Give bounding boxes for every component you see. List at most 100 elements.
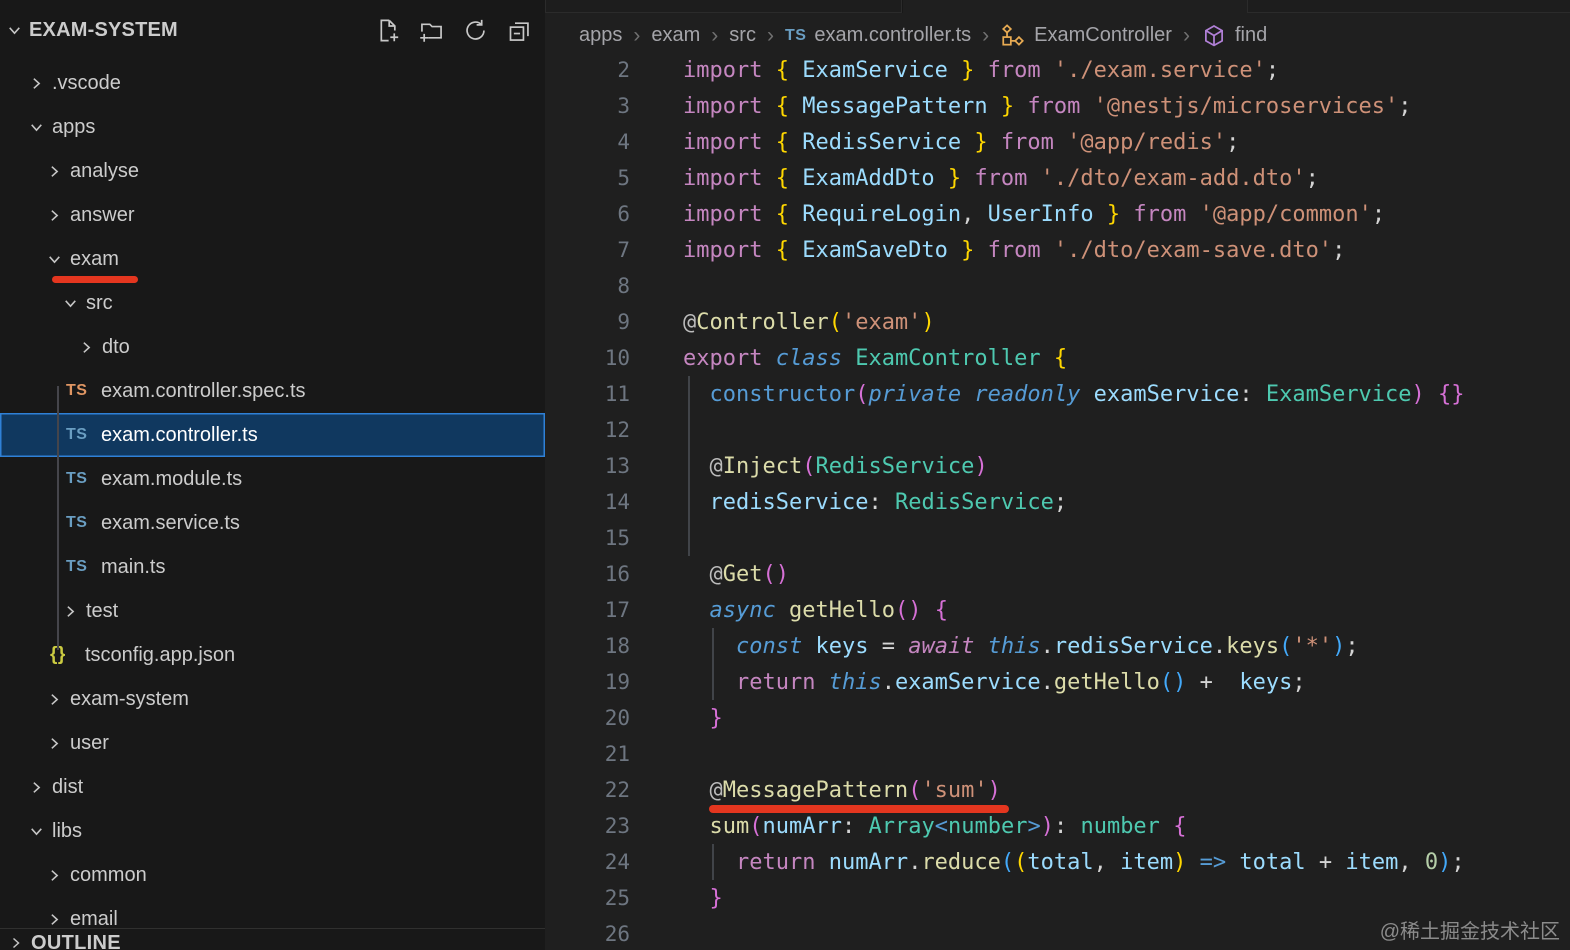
tree-item-label: test: [86, 600, 118, 623]
breadcrumb-separator: ›: [633, 24, 640, 48]
new-folder-icon[interactable]: [418, 17, 445, 44]
line-number: 20: [545, 706, 630, 730]
editor-pane: 2import { ExamService } from './exam.ser…: [545, 0, 1570, 950]
breadcrumb-label: apps: [579, 24, 622, 47]
code-line-5[interactable]: 5import { ExamAddDto } from './dto/exam-…: [545, 160, 1570, 196]
breadcrumb-item-apps[interactable]: apps: [579, 24, 622, 47]
tree-item-main-ts[interactable]: TSmain.ts: [0, 545, 545, 589]
refresh-icon[interactable]: [462, 17, 489, 44]
tree-item-answer[interactable]: answer: [0, 193, 545, 237]
file-tree: .vscodeappsanalyseanswerexamsrcdtoTSexam…: [0, 61, 545, 932]
breadcrumb-label: find: [1235, 24, 1267, 47]
red-annotation-underline: [709, 805, 1009, 813]
code-line-20[interactable]: 20 }: [545, 700, 1570, 736]
typescript-file-icon: TS: [66, 470, 92, 488]
tab-2-active[interactable]: [903, 0, 1247, 13]
line-number: 4: [545, 130, 630, 154]
code-line-22[interactable]: 22 @MessagePattern('sum'): [545, 772, 1570, 808]
typescript-file-icon: TS: [785, 27, 806, 45]
code-line-25[interactable]: 25 }: [545, 880, 1570, 916]
code-line-9[interactable]: 9@Controller('exam'): [545, 304, 1570, 340]
tree-item-common[interactable]: common: [0, 853, 545, 897]
line-number: 7: [545, 238, 630, 262]
breadcrumb-item-exam-controller-ts[interactable]: TSexam.controller.ts: [785, 24, 971, 47]
tab-3[interactable]: [1247, 0, 1570, 13]
explorer-section-header[interactable]: EXAM-SYSTEM: [0, 0, 545, 61]
tab-1[interactable]: [546, 0, 902, 13]
code-line-15[interactable]: 15: [545, 520, 1570, 556]
tree-item-test[interactable]: test: [0, 589, 545, 633]
code-line-3[interactable]: 3import { MessagePattern } from '@nestjs…: [545, 88, 1570, 124]
tree-item-user[interactable]: user: [0, 721, 545, 765]
tree-item-dist[interactable]: dist: [0, 765, 545, 809]
code-area[interactable]: 2import { ExamService } from './exam.ser…: [545, 0, 1570, 950]
typescript-file-icon: TS: [66, 426, 92, 444]
code-line-16[interactable]: 16 @Get(): [545, 556, 1570, 592]
code-line-13[interactable]: 13 @Inject(RedisService): [545, 448, 1570, 484]
tree-item-analyse[interactable]: analyse: [0, 149, 545, 193]
collapse-all-icon[interactable]: [506, 17, 533, 44]
code-line-24[interactable]: 24 return numArr.reduce((total, item) =>…: [545, 844, 1570, 880]
code-line-10[interactable]: 10export class ExamController {: [545, 340, 1570, 376]
code-line-17[interactable]: 17 async getHello() {: [545, 592, 1570, 628]
breadcrumb-item-src[interactable]: src: [729, 24, 756, 47]
tab-bar: [545, 0, 1570, 13]
code-line-14[interactable]: 14 redisService: RedisService;: [545, 484, 1570, 520]
tree-item-label: exam.module.ts: [101, 468, 242, 491]
code-line-23[interactable]: 23 sum(numArr: Array<number>): number {: [545, 808, 1570, 844]
tree-item-libs[interactable]: libs: [0, 809, 545, 853]
code-line-7[interactable]: 7import { ExamSaveDto } from './dto/exam…: [545, 232, 1570, 268]
chevron-right-icon: [46, 163, 63, 180]
code-line-12[interactable]: 12: [545, 412, 1570, 448]
chevron-right-icon: [46, 911, 63, 928]
code-line-21[interactable]: 21: [545, 736, 1570, 772]
chevron-down-icon: [28, 119, 45, 136]
tree-item-label: dist: [52, 776, 83, 799]
code-line-4[interactable]: 4import { RedisService } from '@app/redi…: [545, 124, 1570, 160]
code-text: export class ExamController {: [630, 346, 1067, 371]
code-text: @Get(): [630, 562, 789, 587]
code-text: import { RequireLogin, UserInfo } from '…: [630, 202, 1385, 227]
code-line-6[interactable]: 6import { RequireLogin, UserInfo } from …: [545, 196, 1570, 232]
typescript-spec-file-icon: TS: [66, 382, 92, 400]
line-number: 10: [545, 346, 630, 370]
tree-item-exam-service-ts[interactable]: TSexam.service.ts: [0, 501, 545, 545]
line-number: 5: [545, 166, 630, 190]
line-number: 16: [545, 562, 630, 586]
chevron-down-icon: [62, 295, 79, 312]
tree-item-label: dto: [102, 336, 130, 359]
outline-section-header[interactable]: OUTLINE: [0, 928, 545, 950]
code-text: import { ExamService } from './exam.serv…: [630, 58, 1279, 83]
tree-item-tsconfig-app-json[interactable]: {}tsconfig.app.json: [0, 633, 545, 677]
tree-item-exam[interactable]: exam: [0, 237, 545, 281]
code-line-11[interactable]: 11 constructor(private readonly examServ…: [545, 376, 1570, 412]
tree-item-label: exam.service.ts: [101, 512, 240, 535]
line-number: 14: [545, 490, 630, 514]
line-number: 22: [545, 778, 630, 802]
code-line-18[interactable]: 18 const keys = await this.redisService.…: [545, 628, 1570, 664]
breadcrumb-item-find[interactable]: find: [1201, 23, 1267, 49]
code-line-8[interactable]: 8: [545, 268, 1570, 304]
tree-item-exam-system[interactable]: exam-system: [0, 677, 545, 721]
tree-item-label: main.ts: [101, 556, 165, 579]
line-number: 13: [545, 454, 630, 478]
tree-item-label: .vscode: [52, 72, 121, 95]
code-text: const keys = await this.redisService.key…: [630, 634, 1359, 659]
chevron-down-icon: [6, 22, 23, 39]
indent-guide: [57, 386, 59, 650]
line-number: 8: [545, 274, 630, 298]
tree-item-src[interactable]: src: [0, 281, 545, 325]
line-number: 24: [545, 850, 630, 874]
tree-item-apps[interactable]: apps: [0, 105, 545, 149]
breadcrumb-item-exam[interactable]: exam: [651, 24, 700, 47]
new-file-icon[interactable]: [374, 17, 401, 44]
tree-item-exam-controller-spec-ts[interactable]: TSexam.controller.spec.ts: [0, 369, 545, 413]
tree-item-dto[interactable]: dto: [0, 325, 545, 369]
tree-item--vscode[interactable]: .vscode: [0, 61, 545, 105]
tree-item-exam-controller-ts[interactable]: TSexam.controller.ts: [0, 413, 545, 457]
breadcrumb-separator: ›: [711, 24, 718, 48]
breadcrumb-item-examcontroller[interactable]: ExamController: [1000, 23, 1172, 49]
code-line-19[interactable]: 19 return this.examService.getHello() + …: [545, 664, 1570, 700]
tree-item-exam-module-ts[interactable]: TS exam.module.ts: [0, 457, 545, 501]
project-title: EXAM-SYSTEM: [29, 19, 374, 42]
